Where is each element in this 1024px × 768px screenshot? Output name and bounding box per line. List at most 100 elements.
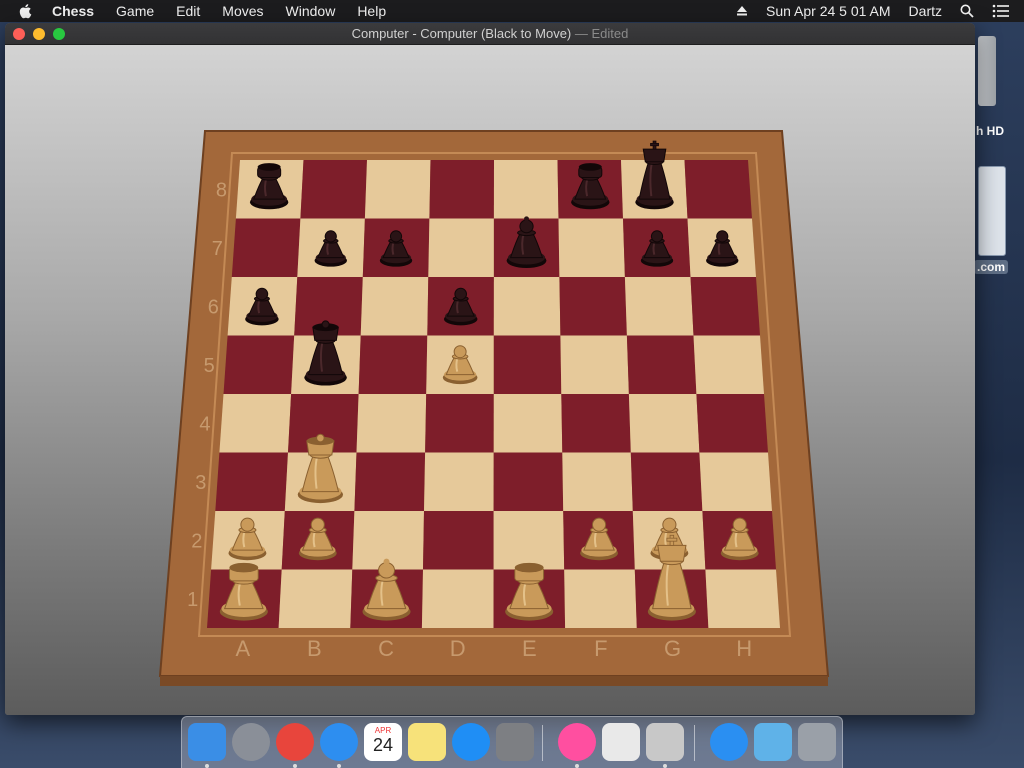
square-g3[interactable] <box>630 452 703 512</box>
rank-label-8: 8 <box>216 179 227 201</box>
window-edited-label: — Edited <box>574 26 629 41</box>
square-f7[interactable] <box>558 218 625 278</box>
hard-drive-icon[interactable] <box>978 36 996 106</box>
rank-label-2: 2 <box>191 530 202 552</box>
square-h1[interactable] <box>705 569 780 629</box>
chess-board[interactable]: 8 7 6 5 4 3 2 1 A B C D E F G H <box>5 45 975 715</box>
square-b1[interactable] <box>278 569 353 629</box>
square-g5[interactable] <box>626 335 697 395</box>
file-label-c: C <box>378 636 394 661</box>
rank-label-7: 7 <box>212 238 223 260</box>
itunes-icon[interactable] <box>558 723 596 761</box>
square-d1[interactable] <box>421 569 494 629</box>
square-h5[interactable] <box>693 335 765 395</box>
square-a3[interactable] <box>215 452 288 512</box>
launchpad-icon[interactable] <box>232 723 270 761</box>
square-c8[interactable] <box>364 160 431 219</box>
square-b8[interactable] <box>300 160 367 219</box>
square-c6[interactable] <box>360 277 429 336</box>
rank-label-3: 3 <box>195 472 206 494</box>
eject-icon[interactable] <box>736 5 748 17</box>
square-e2[interactable] <box>493 511 565 570</box>
file-label-b: B <box>307 636 322 661</box>
square-h8[interactable] <box>684 160 753 219</box>
rank-label-4: 4 <box>199 413 210 435</box>
square-f4[interactable] <box>561 394 631 453</box>
square-e8[interactable] <box>493 160 559 219</box>
square-a5[interactable] <box>223 335 295 395</box>
running-indicator <box>663 764 667 768</box>
app-store-icon[interactable] <box>452 723 490 761</box>
chess-window: Computer - Computer (Black to Move) — Ed… <box>5 23 975 715</box>
square-c3[interactable] <box>354 452 426 512</box>
running-indicator <box>575 764 579 768</box>
running-indicator <box>337 764 341 768</box>
square-f5[interactable] <box>560 335 629 395</box>
rank-label-1: 1 <box>187 589 198 611</box>
rank-label-5: 5 <box>204 355 215 377</box>
window-title: Computer - Computer (Black to Move) — Ed… <box>5 26 975 41</box>
dock-separator <box>542 725 543 761</box>
square-e4[interactable] <box>493 394 563 453</box>
desktop-file-icon[interactable] <box>978 166 1006 256</box>
folder-icon[interactable] <box>754 723 792 761</box>
trash-icon[interactable] <box>798 723 836 761</box>
square-f6[interactable] <box>559 277 627 336</box>
square-f3[interactable] <box>562 452 633 512</box>
calendar-month: APR <box>374 726 392 735</box>
app-store-downloads-icon[interactable] <box>710 723 748 761</box>
square-d3[interactable] <box>424 452 494 512</box>
menu-game[interactable]: Game <box>116 3 154 19</box>
square-g6[interactable] <box>624 277 694 336</box>
square-a7[interactable] <box>231 218 301 278</box>
script-editor-icon[interactable] <box>602 723 640 761</box>
square-c5[interactable] <box>358 335 428 395</box>
square-h4[interactable] <box>696 394 768 453</box>
menu-app-chess[interactable]: Chess <box>52 3 94 19</box>
dock-separator <box>694 725 695 761</box>
square-h6[interactable] <box>690 277 761 336</box>
square-e3[interactable] <box>493 452 564 512</box>
menu-user[interactable]: Dartz <box>909 3 942 19</box>
spotlight-search-icon[interactable] <box>960 4 974 18</box>
calendar-icon[interactable]: APR 24 <box>364 723 402 761</box>
menu-moves[interactable]: Moves <box>222 3 263 19</box>
running-indicator <box>205 764 209 768</box>
notification-center-icon[interactable] <box>992 4 1010 18</box>
calendar-day: 24 <box>372 735 394 755</box>
square-e5[interactable] <box>493 335 562 395</box>
square-a4[interactable] <box>219 394 292 453</box>
square-c4[interactable] <box>356 394 427 453</box>
menu-edit[interactable]: Edit <box>176 3 200 19</box>
rank-label-6: 6 <box>208 296 219 318</box>
system-preferences-icon[interactable] <box>496 723 534 761</box>
board-scene: 8 7 6 5 4 3 2 1 A B C D E F G H <box>5 45 975 715</box>
safari-icon[interactable] <box>320 723 358 761</box>
file-label-d: D <box>450 636 466 661</box>
square-g4[interactable] <box>628 394 700 453</box>
square-d7[interactable] <box>428 218 494 278</box>
apple-icon[interactable] <box>18 3 34 19</box>
square-d8[interactable] <box>429 160 494 219</box>
menu-window[interactable]: Window <box>286 3 336 19</box>
board-frame-edge <box>160 676 828 686</box>
finder-icon[interactable] <box>188 723 226 761</box>
square-e6[interactable] <box>493 277 561 336</box>
chrome-icon[interactable] <box>276 723 314 761</box>
file-label-e: E <box>522 636 537 661</box>
dock: APR 24 <box>181 716 843 768</box>
window-titlebar[interactable]: Computer - Computer (Black to Move) — Ed… <box>5 23 975 45</box>
file-label-a: A <box>235 636 250 661</box>
notes-icon[interactable] <box>408 723 446 761</box>
desktop-file-label: .com <box>974 260 1009 274</box>
square-d4[interactable] <box>425 394 494 453</box>
menu-clock[interactable]: Sun Apr 24 5 01 AM <box>766 3 891 19</box>
chess-icon[interactable] <box>646 723 684 761</box>
square-f1[interactable] <box>564 569 637 629</box>
file-label-h: H <box>736 636 752 661</box>
file-label-f: F <box>594 636 607 661</box>
menu-help[interactable]: Help <box>357 3 386 19</box>
menu-bar: Chess Game Edit Moves Window Help Sun Ap… <box>0 0 1024 22</box>
square-d2[interactable] <box>423 511 494 570</box>
square-h3[interactable] <box>699 452 772 512</box>
